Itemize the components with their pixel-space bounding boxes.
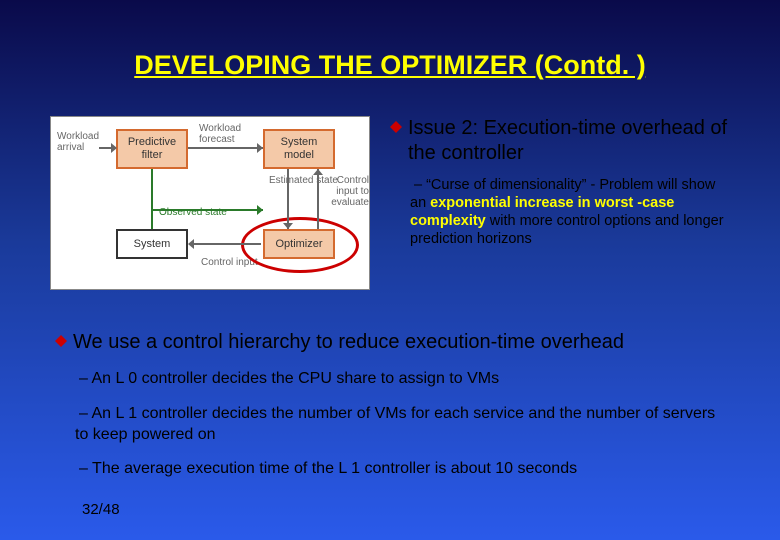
lower-main: We use a control hierarchy to reduce exe…: [73, 330, 624, 355]
box-optimizer: Optimizer: [263, 229, 335, 259]
lower-block: We use a control hierarchy to reduce exe…: [55, 330, 725, 480]
control-loop-diagram: Workload arrival Predictive filter Workl…: [50, 116, 370, 290]
arrow: [317, 169, 319, 229]
arrow-observed: [151, 209, 263, 211]
label-control-input-eval: Control input to evaluate: [326, 175, 369, 208]
arrow-head: [111, 143, 117, 153]
issue-heading: Issue 2: Execution-time overhead of the …: [408, 116, 735, 166]
arrow-head: [257, 143, 263, 153]
page-number: 32/48: [82, 501, 120, 518]
issue-block: Issue 2: Execution-time overhead of the …: [390, 116, 735, 249]
slide-title: DEVELOPING THE OPTIMIZER (Contd. ): [0, 50, 780, 81]
arrow: [287, 169, 289, 229]
label-workload-arrival: Workload arrival: [57, 131, 105, 153]
box-system-model: System model: [263, 129, 335, 169]
arrow-head: [283, 223, 293, 229]
arrow-head: [257, 205, 263, 215]
diamond-bullet-icon: [55, 335, 67, 347]
lower-sub-1: – An L 0 controller decides the CPU shar…: [75, 369, 725, 390]
label-control-input: Control input: [201, 257, 258, 268]
arrow: [188, 147, 263, 149]
arrow-head: [313, 169, 323, 175]
box-system: System: [116, 229, 188, 259]
lower-sub-2: – An L 1 controller decides the number o…: [75, 404, 725, 446]
arrow: [191, 243, 261, 245]
arrow-observed: [151, 169, 153, 229]
box-predictive-filter: Predictive filter: [116, 129, 188, 169]
diamond-bullet-icon: [390, 121, 402, 133]
arrow-head: [188, 239, 194, 249]
label-workload-forecast: Workload forecast: [199, 123, 251, 145]
lower-sub-3: – The average execution time of the L 1 …: [75, 459, 725, 480]
issue-subbullet: – “Curse of dimensionality” - Problem wi…: [410, 176, 735, 249]
